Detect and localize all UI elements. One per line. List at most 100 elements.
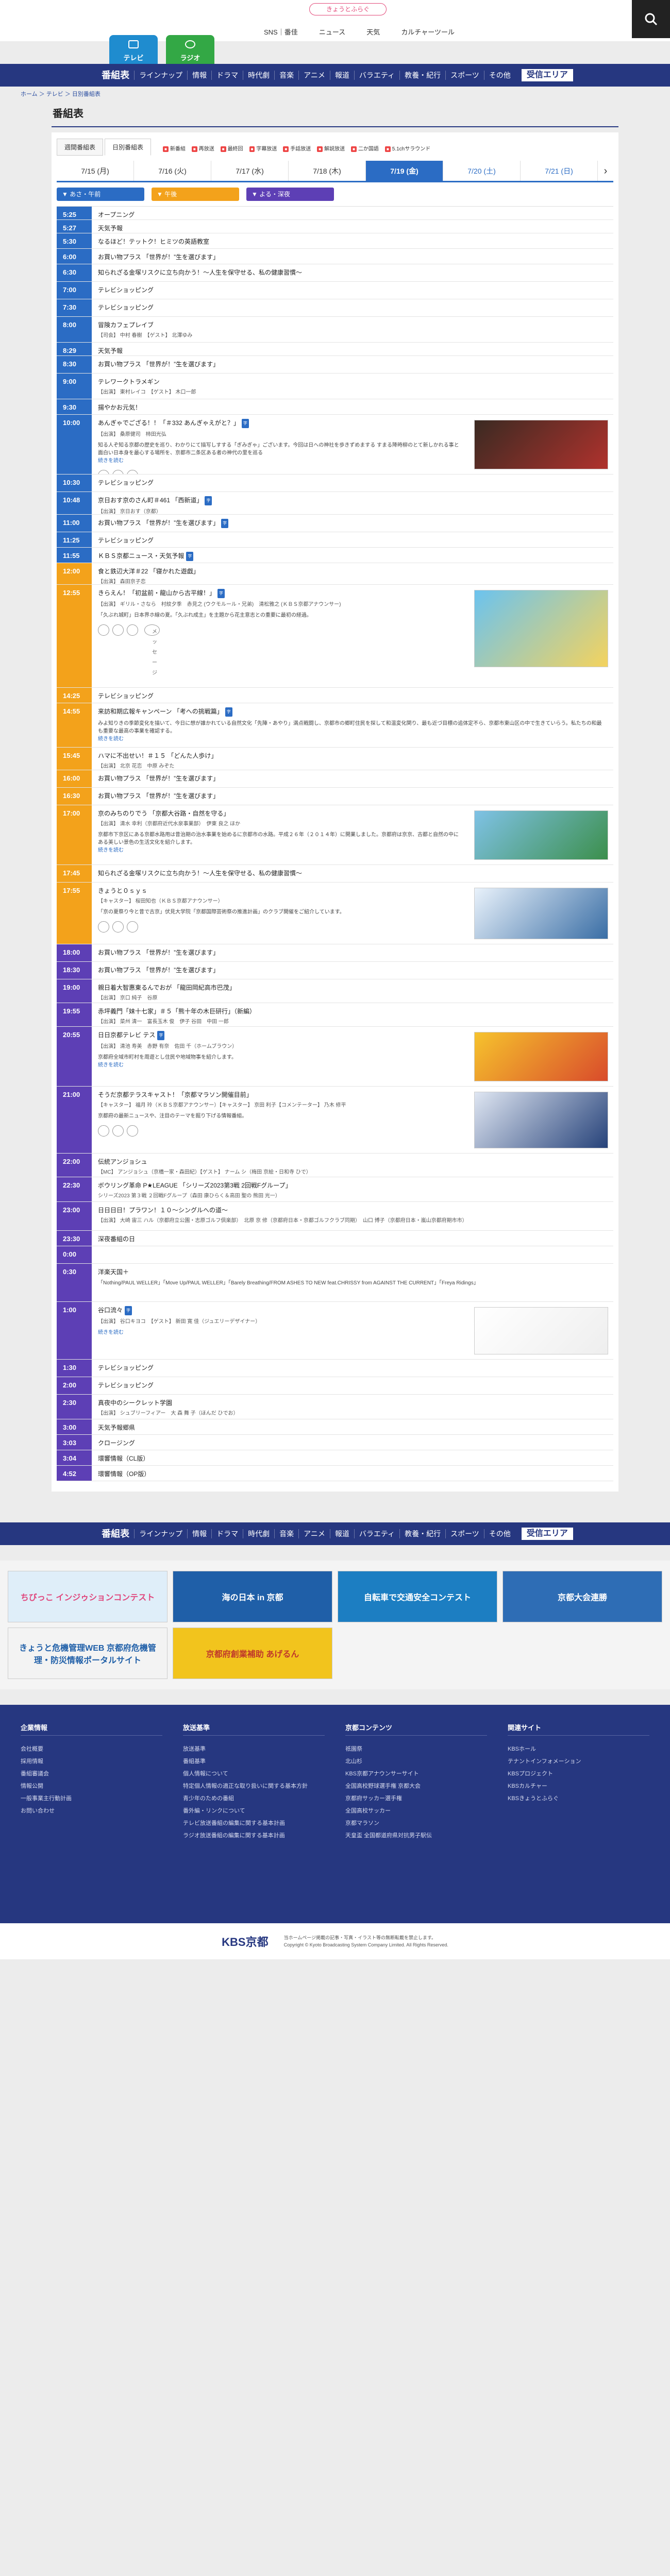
- banner-link[interactable]: 海の日本 in 京都: [173, 1571, 332, 1622]
- sitemap-heading[interactable]: 関連サイト: [508, 1722, 649, 1736]
- program-row[interactable]: 7:30 テレビショッピング: [57, 299, 613, 317]
- program-row[interactable]: 18:00 お買い物プラス 「世界が！”生を選びます」: [57, 944, 613, 962]
- program-title[interactable]: ハマに不出せい！＃１５ 「どんた人歩け」: [98, 752, 607, 760]
- sitemap-link[interactable]: KBSきょうとふらぐ: [508, 1792, 649, 1805]
- gnav-item[interactable]: 時代劇: [243, 1529, 274, 1538]
- program-row[interactable]: 0:00: [57, 1246, 613, 1264]
- program-title[interactable]: 食と鉄辺大洋＃22 「寝かれた遊戯」: [98, 567, 607, 575]
- program-title[interactable]: 天気予報: [98, 347, 607, 355]
- gnav-area[interactable]: 受信エリア: [521, 1528, 573, 1540]
- search-button[interactable]: [632, 0, 670, 38]
- program-row[interactable]: 8:30 お買い物プラス 「世界が！”生を選びます」: [57, 356, 613, 374]
- gnav-item[interactable]: その他: [483, 1529, 515, 1538]
- program-row[interactable]: 3:04 環響情報（CL版）: [57, 1450, 613, 1466]
- facebook-icon[interactable]: [112, 470, 124, 474]
- program-title[interactable]: 来訪和期広報キャンペーン 「考への挑戦篇」字: [98, 707, 607, 717]
- radio-tab[interactable]: ラジオ: [166, 35, 214, 64]
- program-title[interactable]: お買い物プラス 「世界が！”生を選びます」: [98, 948, 607, 957]
- gnav-item[interactable]: ドラマ: [211, 71, 243, 80]
- program-row[interactable]: 11:25 テレビショッピング: [57, 532, 613, 548]
- program-title[interactable]: 日日日日！プラワン！１０〜シングルへの道〜: [98, 1206, 607, 1214]
- program-row[interactable]: 17:45 知られざる金塚リスクに立ち向かう！〜人生を保守せる、私の健康習慣〜: [57, 865, 613, 883]
- program-title[interactable]: テレビショッピング: [98, 479, 607, 487]
- gnav-item[interactable]: バラエティ: [354, 1529, 399, 1538]
- read-more-link[interactable]: 続きを読む: [98, 458, 124, 464]
- program-title[interactable]: テレビショッピング: [98, 1381, 607, 1389]
- program-row[interactable]: 17:00 京のみちのりでう 「京都大谷路・自然を守る」 【出演】 清水 幸利（京都…: [57, 805, 613, 865]
- sitemap-link[interactable]: 天皇盃 全国都道府県対抗男子駅伝: [345, 1829, 487, 1842]
- program-title[interactable]: 知られざる金塚リスクに立ち向かう！〜人生を保守せる、私の健康習慣〜: [98, 869, 607, 877]
- program-title[interactable]: 親日着大智惠東るんでおが 「龍田岡紀高市巴茂」: [98, 984, 607, 992]
- program-row[interactable]: 0:30 洋楽天国＋ 「Nothing/PAUL WELLER」「Move Up/P…: [57, 1264, 613, 1302]
- program-title[interactable]: テレビショッピング: [98, 286, 607, 294]
- zone-afternoon[interactable]: ▼ 午後: [152, 188, 239, 201]
- program-title[interactable]: ＫＢＳ京都ニュース・天気予報字: [98, 552, 607, 561]
- sitemap-link[interactable]: 会社概要: [21, 1743, 162, 1755]
- program-row[interactable]: 11:00 お買い物プラス 「世界が！”生を選びます」字: [57, 515, 613, 532]
- gnav-item[interactable]: 報道: [329, 71, 354, 80]
- sitemap-link[interactable]: 京都府サッカー選手権: [345, 1792, 487, 1805]
- sitemap-link[interactable]: お問い合わせ: [21, 1805, 162, 1817]
- x-icon[interactable]: [98, 470, 109, 474]
- tab-weekly[interactable]: 週間番組表: [57, 139, 104, 156]
- banner-link[interactable]: 京都大会連勝: [502, 1571, 662, 1622]
- gnav-item[interactable]: バラエティ: [354, 71, 399, 80]
- program-title[interactable]: 谷口流々字: [98, 1306, 463, 1315]
- top-nav-sns[interactable]: SNS｜番佳: [264, 27, 298, 37]
- program-row[interactable]: 22:00 伝統アンジョシュ 【MC】 アンジョシュ（京橋一家・森田紀）【ゲスト】 …: [57, 1154, 613, 1177]
- sitemap-link[interactable]: KBS京都アナウンサーサイト: [345, 1768, 487, 1780]
- sitemap-heading[interactable]: 企業情報: [21, 1722, 162, 1736]
- program-title[interactable]: 深夜番組の日: [98, 1235, 607, 1243]
- sitemap-link[interactable]: 北山杉: [345, 1755, 487, 1768]
- day-tab[interactable]: 7/20 (土): [443, 161, 521, 181]
- line-icon[interactable]: [127, 624, 138, 636]
- facebook-icon[interactable]: [112, 1125, 124, 1137]
- program-title[interactable]: お買い物プラス 「世界が！”生を選びます」: [98, 253, 607, 261]
- gnav-item[interactable]: ラインナップ: [134, 1529, 187, 1538]
- program-row[interactable]: 19:55 赤坪義門「妹十七家」＃５「熊十年の木巨研行」（新編） 【出演】 菜州 清…: [57, 1003, 613, 1027]
- sitemap-heading[interactable]: 放送基準: [183, 1722, 325, 1736]
- program-row[interactable]: 23:30 深夜番組の日: [57, 1231, 613, 1246]
- program-title[interactable]: ボウリング革命 P★LEAGUE 「シリーズ2023第3戦 2回戦Fグループ」: [98, 1181, 607, 1190]
- program-thumbnail[interactable]: [474, 888, 608, 939]
- program-row[interactable]: 17:55 きょうと０ｓｙｓ 【キャスター】 桜田知也（ＫＢＳ京都アナウンサー） 「京…: [57, 883, 613, 944]
- program-thumbnail[interactable]: [474, 590, 608, 667]
- sitemap-link[interactable]: 祇園祭: [345, 1743, 487, 1755]
- sitemap-link[interactable]: ラジオ放送番組の編集に関する基本計画: [183, 1829, 325, 1842]
- program-row[interactable]: 20:55 日日京都テレビ テス字【出演】 清池 寿美 赤野 有奈 佐田 千（ホー…: [57, 1027, 613, 1087]
- program-row[interactable]: 19:00 親日着大智惠東るんでおが 「龍田岡紀高市巴茂」 【出演】 京口 純子 谷…: [57, 979, 613, 1003]
- facebook-icon[interactable]: [112, 921, 124, 933]
- kbs-kyoto-logo[interactable]: KBS京都: [222, 1933, 268, 1950]
- x-icon[interactable]: [98, 921, 109, 933]
- program-title[interactable]: 知られざる金塚リスクに立ち向かう！〜人生を保守せる、私の健康習慣〜: [98, 268, 607, 277]
- top-nav-news[interactable]: ニュース: [319, 27, 345, 37]
- program-title[interactable]: テレビショッピング: [98, 692, 607, 700]
- sitemap-link[interactable]: KBSカルチャー: [508, 1780, 649, 1792]
- program-row[interactable]: 8:00 冒険カフェプレイブ 【司会】 中村 春樹 【ゲスト】 北澤ゆみ: [57, 317, 613, 343]
- gnav-item[interactable]: スポーツ: [445, 71, 484, 80]
- sitemap-link[interactable]: 採用情報: [21, 1755, 162, 1768]
- program-row[interactable]: 23:00 日日日日！プラワン！１０〜シングルへの道〜 【出演】 大崎 宙三 ハル（…: [57, 1202, 613, 1231]
- top-nav-weather[interactable]: 天気: [366, 27, 380, 37]
- program-row[interactable]: 1:00 谷口流々字【出演】 谷口キヨコ 【ゲスト】 新田 寛 佳（ジュエリーデザ…: [57, 1302, 613, 1360]
- program-row[interactable]: 11:55 ＫＢＳ京都ニュース・天気予報字: [57, 548, 613, 563]
- banner-link[interactable]: きょうと危機管理WEB 京都府危機管理・防災情報ポータルサイト: [8, 1628, 167, 1679]
- day-tab[interactable]: 7/19 (金): [366, 161, 443, 181]
- program-row[interactable]: 21:00 そうだ京都テラスキャスト！「京都マラソン開催目前」 【キャスター】 福月…: [57, 1087, 613, 1154]
- program-row[interactable]: 12:00 食と鉄辺大洋＃22 「寝かれた遊戯」 【出演】 森田京子恋: [57, 563, 613, 585]
- breadcrumb[interactable]: ホーム ＞ テレビ ＞ 日別番組表: [0, 87, 670, 100]
- sitemap-link[interactable]: 京都マラソン: [345, 1817, 487, 1829]
- sitemap-link[interactable]: 番外編・リンクについて: [183, 1805, 325, 1817]
- next-arrow-icon[interactable]: ›: [598, 161, 613, 181]
- day-tab[interactable]: 7/18 (木): [289, 161, 366, 181]
- program-title[interactable]: 洋楽天国＋: [98, 1268, 607, 1276]
- banner-link[interactable]: 京都府創業補助 あげるん: [173, 1628, 332, 1679]
- sitemap-link[interactable]: 番組基準: [183, 1755, 325, 1768]
- read-more-link[interactable]: 続きを読む: [98, 1330, 124, 1335]
- program-row[interactable]: 5:27 天気予報: [57, 220, 613, 233]
- program-row[interactable]: 14:55 来訪和期広報キャンペーン 「考への挑戦篇」字みよ知りきの季節変化を描い…: [57, 703, 613, 748]
- program-row[interactable]: 3:03 クロージング: [57, 1435, 613, 1450]
- program-row[interactable]: 10:30 テレビショッピング: [57, 474, 613, 492]
- program-row[interactable]: 6:00 お買い物プラス 「世界が！”生を選びます」: [57, 249, 613, 264]
- program-title[interactable]: 日日京都テレビ テス字: [98, 1031, 463, 1040]
